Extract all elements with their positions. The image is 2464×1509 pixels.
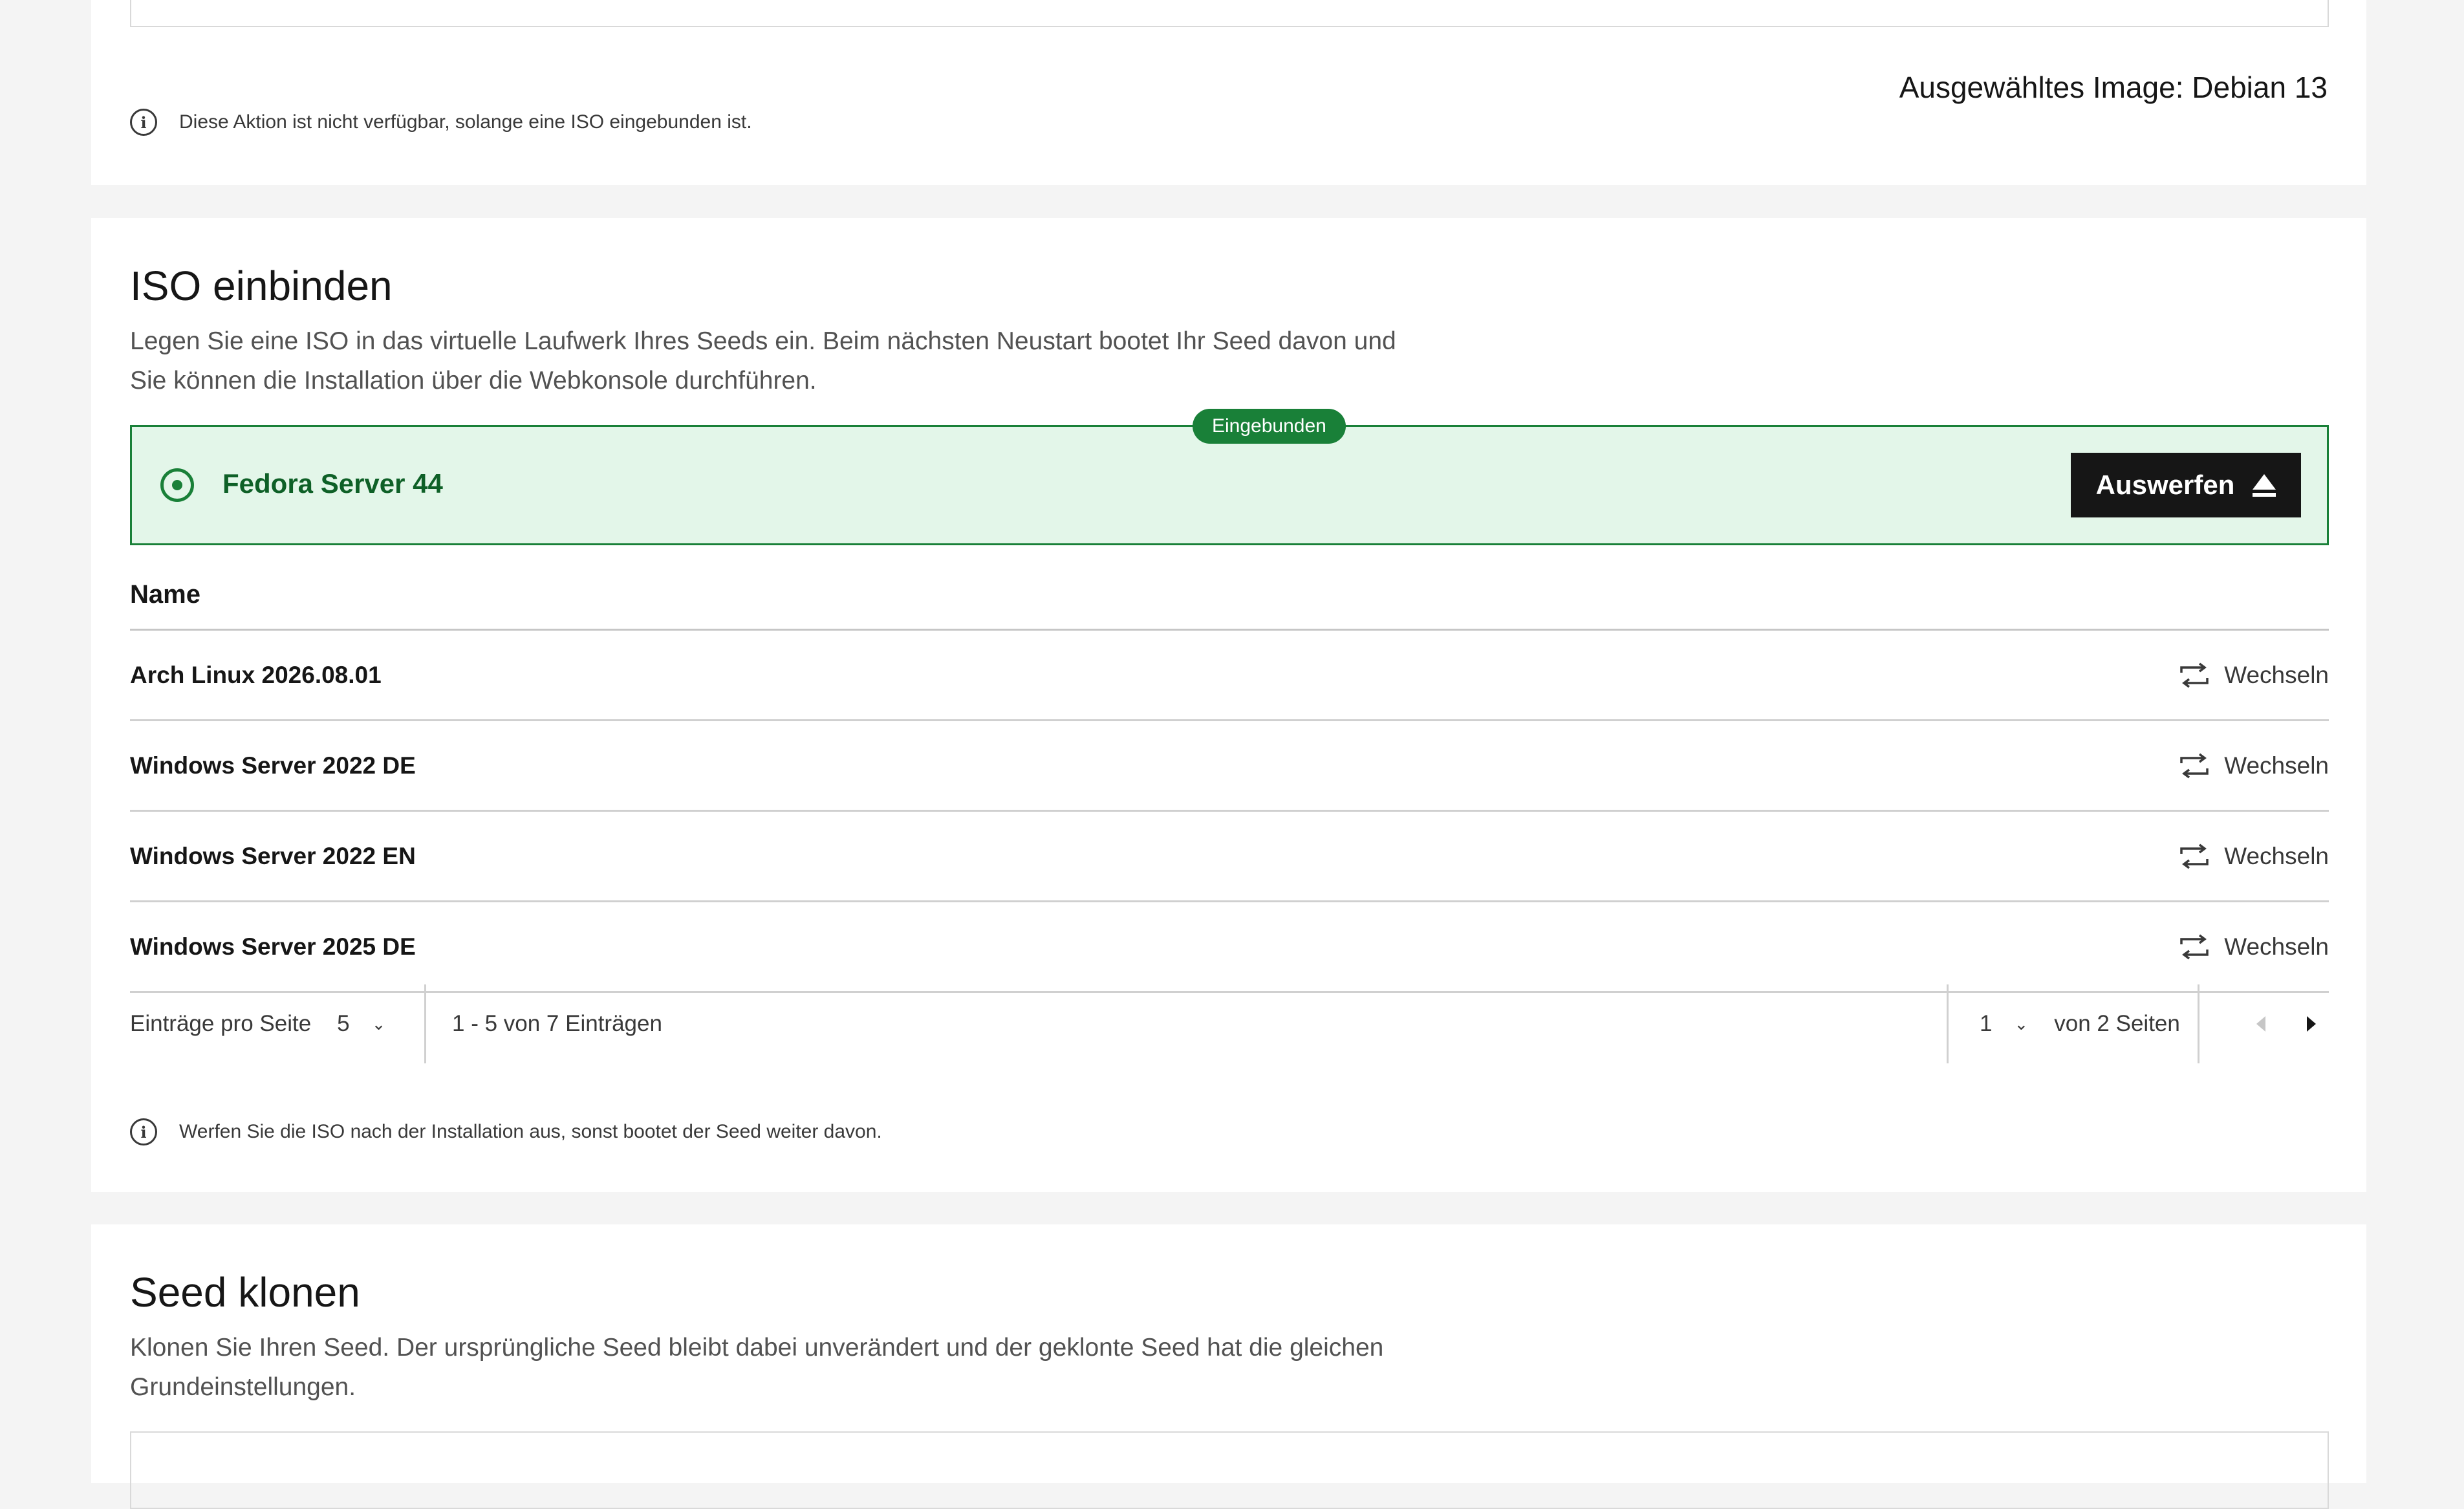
switch-button[interactable]: Wechseln [2179, 752, 2329, 779]
chevron-down-icon: ⌄ [371, 1014, 386, 1034]
clone-options-box [130, 1431, 2329, 1509]
eject-button-label: Auswerfen [2095, 470, 2235, 500]
mounted-iso-name: Fedora Server 44 [222, 468, 443, 499]
iso-row-name: Windows Server 2022 EN [130, 842, 416, 869]
iso-info-note: i Werfen Sie die ISO nach der Installati… [130, 1118, 882, 1145]
table-row: Windows Server 2022 EN Wechseln [130, 812, 2329, 902]
clone-seed-card: Seed klonen Klonen Sie Ihren Seed. Der u… [91, 1224, 2366, 1509]
pagination-bar: Einträge pro Seite 5 ⌄ 1 - 5 von 7 Eintr… [130, 984, 2329, 1063]
iso-section-title: ISO einbinden [130, 263, 393, 309]
rebuild-info-note: i Diese Aktion ist nicht verfügbar, sola… [130, 109, 752, 136]
page-selector: 1 ⌄ von 2 Seiten [1949, 984, 2199, 1063]
iso-table-header: Name [130, 561, 2329, 631]
switch-icon [2180, 662, 2209, 688]
total-pages-text: von 2 Seiten [2054, 1011, 2180, 1036]
mounted-iso-panel: Eingebunden Fedora Server 44 Auswerfen [130, 409, 2329, 545]
table-row: Windows Server 2022 DE Wechseln [130, 721, 2329, 812]
switch-button[interactable]: Wechseln [2179, 843, 2329, 870]
table-row: Windows Server 2025 DE Wechseln [130, 902, 2329, 993]
switch-button-label: Wechseln [2224, 933, 2329, 960]
rebuild-card: Ausgewähltes Image: Debian 13 i Diese Ak… [91, 0, 2366, 185]
iso-section-description: Legen Sie eine ISO in das virtuelle Lauf… [130, 327, 1396, 395]
chevron-down-icon: ⌄ [2014, 1014, 2029, 1034]
selected-image-text: Ausgewähltes Image: Debian 13 [1899, 71, 2328, 104]
clone-section-description: Klonen Sie Ihren Seed. Der ursprüngliche… [130, 1334, 1384, 1401]
items-per-page-select[interactable]: 5 ⌄ [337, 1011, 385, 1037]
switch-button-label: Wechseln [2224, 752, 2329, 779]
next-page-icon[interactable] [2307, 1016, 2316, 1032]
page-select[interactable]: 1 ⌄ [1980, 1011, 2028, 1037]
iso-row-name: Windows Server 2022 DE [130, 752, 416, 779]
iso-info-text: Werfen Sie die ISO nach der Installation… [179, 1121, 882, 1142]
switch-icon [2180, 843, 2209, 869]
switch-icon [2180, 753, 2209, 778]
rebuild-info-text: Diese Aktion ist nicht verfügbar, solang… [179, 111, 752, 133]
previous-page-icon[interactable] [2256, 1016, 2265, 1032]
iso-mount-card: ISO einbinden Legen Sie eine ISO in das … [91, 218, 2366, 1192]
switch-button[interactable]: Wechseln [2179, 933, 2329, 961]
column-header-name: Name [130, 580, 200, 609]
table-row: Arch Linux 2026.08.01 Wechseln [130, 631, 2329, 721]
items-per-page: Einträge pro Seite 5 ⌄ [130, 984, 426, 1063]
clone-section-title: Seed klonen [130, 1269, 360, 1316]
page-navigation [2199, 984, 2329, 1063]
disc-icon [160, 468, 194, 502]
iso-row-name: Windows Server 2025 DE [130, 933, 416, 960]
image-selection-box [130, 0, 2329, 27]
items-per-page-value: 5 [337, 1011, 350, 1036]
info-icon: i [130, 109, 157, 136]
switch-button-label: Wechseln [2224, 661, 2329, 688]
switch-button-label: Wechseln [2224, 842, 2329, 869]
items-per-page-label: Einträge pro Seite [130, 1011, 312, 1036]
eject-button[interactable]: Auswerfen [2071, 453, 2301, 517]
mounted-status-badge: Eingebunden [1193, 409, 1346, 444]
pagination-range: 1 - 5 von 7 Einträgen [426, 984, 1949, 1063]
switch-icon [2180, 934, 2209, 959]
iso-row-name: Arch Linux 2026.08.01 [130, 661, 382, 688]
info-icon: i [130, 1118, 157, 1145]
current-page-value: 1 [1980, 1011, 1993, 1036]
switch-button[interactable]: Wechseln [2179, 662, 2329, 689]
eject-icon [2253, 473, 2276, 497]
pagination-range-text: 1 - 5 von 7 Einträgen [452, 1011, 662, 1036]
